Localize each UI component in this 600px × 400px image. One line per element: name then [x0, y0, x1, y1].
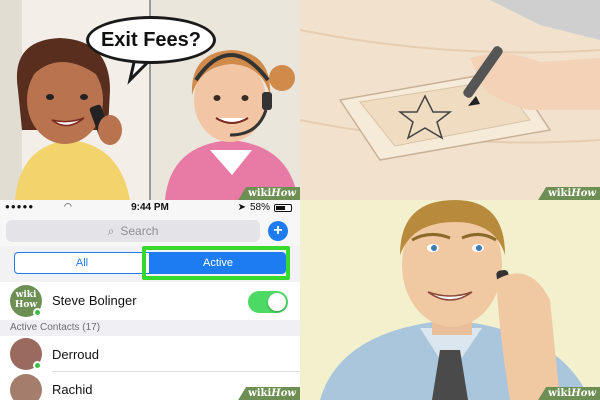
man-illustration	[300, 200, 600, 400]
search-row: ⌕ Search +	[0, 216, 300, 246]
panel-man-on-phone: wikiHow	[300, 200, 600, 400]
active-tab-highlight	[142, 246, 290, 280]
watermark-wiki: wiki	[548, 188, 572, 199]
panel-phone-screen: ●●●●● ◠ 9:44 PM ➤ 58% ⌕ Search + All Act…	[0, 200, 300, 400]
location-icon: ➤	[237, 202, 246, 213]
wikihow-watermark: wikiHow	[538, 187, 600, 200]
battery-percent: 58%	[249, 202, 270, 213]
search-placeholder: Search	[120, 224, 159, 238]
wikihow-watermark: wikiHow	[538, 387, 600, 400]
battery-icon	[274, 203, 292, 212]
status-right: ➤ 58%	[238, 202, 292, 213]
contact-name: Derroud	[52, 347, 99, 362]
watermark-how: How	[571, 388, 596, 399]
watermark-wiki: wiki	[548, 388, 572, 399]
speech-bubble: Exit Fees?	[86, 16, 216, 64]
search-input[interactable]: ⌕ Search	[6, 220, 260, 242]
add-button[interactable]: +	[268, 221, 288, 241]
panel-drawing: wikiHow	[300, 0, 600, 200]
active-status-toggle[interactable]	[248, 291, 288, 313]
watermark-how: How	[271, 188, 296, 199]
drawing-illustration	[300, 0, 600, 200]
section-header: Active Contacts (17)	[0, 320, 300, 336]
wikihow-watermark: wikiHow	[238, 387, 300, 400]
panel-customer-call: Exit Fees? wikiHow	[0, 0, 300, 200]
self-row[interactable]: wiki How Steve Bolinger	[0, 282, 300, 320]
watermark-how: How	[271, 388, 296, 399]
speech-bubble-text: Exit Fees?	[100, 28, 202, 51]
tab-all[interactable]: All	[14, 252, 150, 274]
search-icon: ⌕	[107, 223, 115, 238]
self-name: Steve Bolinger	[52, 293, 137, 308]
watermark-wiki: wiki	[248, 188, 272, 199]
contact-name: Rachid	[52, 382, 93, 397]
watermark-wiki: wiki	[248, 388, 272, 399]
online-dot	[33, 308, 42, 317]
avatar	[10, 374, 42, 400]
status-bar: ●●●●● ◠ 9:44 PM ➤ 58%	[0, 200, 300, 216]
wikihow-watermark: wikiHow	[238, 187, 300, 200]
list-item[interactable]: Derroud	[0, 336, 300, 372]
online-dot	[33, 361, 42, 370]
watermark-how: How	[571, 188, 596, 199]
